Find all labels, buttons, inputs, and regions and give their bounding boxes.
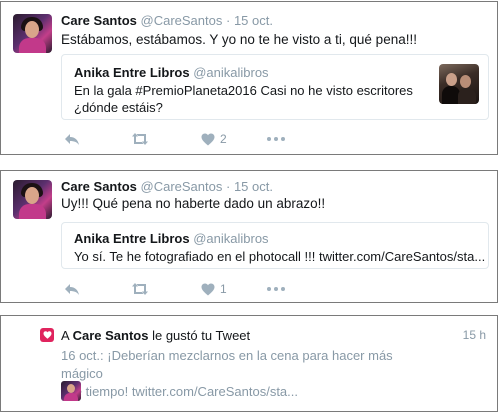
tweet-header: Care Santos @CareSantos · 15 oct.	[61, 13, 273, 28]
more-button[interactable]	[267, 280, 285, 298]
quoted-author-handle: @anikalibros	[193, 231, 269, 246]
quoted-author-handle: @anikalibros	[193, 65, 269, 80]
retweet-button[interactable]	[131, 130, 149, 148]
like-count: 2	[220, 132, 227, 146]
reply-button[interactable]	[64, 130, 80, 148]
heart-icon	[40, 328, 54, 342]
reply-icon	[65, 134, 79, 145]
heart-icon	[201, 133, 215, 145]
more-icon	[267, 287, 285, 291]
quoted-header: Anika Entre Libros @anikalibros	[74, 231, 269, 246]
notification-user[interactable]: Care Santos	[73, 328, 149, 343]
quoted-author-name: Anika Entre Libros	[74, 65, 190, 80]
tweet-text: Estábamos, estábamos. Y yo no te he vist…	[61, 32, 417, 47]
tweet-date[interactable]: 15 oct.	[234, 179, 273, 194]
notification-text: A Care Santos le gustó tu Tweet	[61, 328, 250, 343]
author-name[interactable]: Care Santos	[61, 179, 137, 194]
separator: ·	[225, 179, 231, 194]
reply-button[interactable]	[64, 280, 80, 298]
quoted-header: Anika Entre Libros @anikalibros	[74, 65, 269, 80]
avatar[interactable]	[61, 381, 81, 401]
tweet-date[interactable]: 15 oct.	[234, 13, 273, 28]
like-button[interactable]: 1	[201, 280, 227, 298]
quoted-media-thumbnail[interactable]	[439, 64, 479, 104]
retweet-icon	[132, 133, 148, 145]
liked-tweet-line: ese tiempo! twitter.com/CareSantos/sta..…	[61, 384, 298, 399]
like-notification[interactable]: A Care Santos le gustó tu Tweet 15 h 16 …	[0, 315, 498, 412]
quoted-tweet[interactable]: Anika Entre Libros @anikalibros Yo sí. T…	[61, 222, 489, 269]
quoted-author-name: Anika Entre Libros	[74, 231, 190, 246]
tweet-card[interactable]: Care Santos @CareSantos · 15 oct. Uy!!! …	[0, 170, 498, 303]
more-icon	[267, 137, 285, 141]
retweet-button[interactable]	[131, 280, 149, 298]
notification-prefix: A	[61, 328, 69, 343]
avatar[interactable]	[13, 180, 52, 219]
like-button[interactable]: 2	[201, 130, 227, 148]
author-handle[interactable]: @CareSantos	[141, 179, 223, 194]
quoted-text-line: ¿dónde estáis?	[74, 100, 163, 115]
author-handle[interactable]: @CareSantos	[141, 13, 223, 28]
like-count: 1	[220, 282, 227, 296]
quoted-text-line: En la gala #PremioPlaneta2016 Casi no he…	[74, 83, 413, 98]
tweet-header: Care Santos @CareSantos · 15 oct.	[61, 179, 273, 194]
retweet-icon	[132, 283, 148, 295]
notification-time: 15 h	[462, 328, 486, 342]
separator: ·	[225, 13, 231, 28]
more-button[interactable]	[267, 130, 285, 148]
notification-action: le gustó tu Tweet	[152, 328, 251, 343]
tweet-card[interactable]: Care Santos @CareSantos · 15 oct. Estába…	[0, 1, 498, 155]
quoted-text: Yo sí. Te he fotografiado en el photocal…	[74, 249, 486, 264]
reply-icon	[65, 284, 79, 295]
liked-tweet-line: 16 oct.: ¡Deberían mezclarnos en la cena…	[61, 348, 393, 381]
quoted-tweet[interactable]: Anika Entre Libros @anikalibros En la ga…	[61, 54, 489, 120]
liked-tweet-text[interactable]: 16 oct.: ¡Deberían mezclarnos en la cena…	[61, 347, 431, 401]
author-name[interactable]: Care Santos	[61, 13, 137, 28]
quoted-text: En la gala #PremioPlaneta2016 Casi no he…	[74, 82, 413, 116]
tweet-text: Uy!!! Qué pena no haberte dado un abrazo…	[61, 196, 326, 211]
heart-icon	[201, 283, 215, 295]
avatar[interactable]	[13, 14, 52, 53]
